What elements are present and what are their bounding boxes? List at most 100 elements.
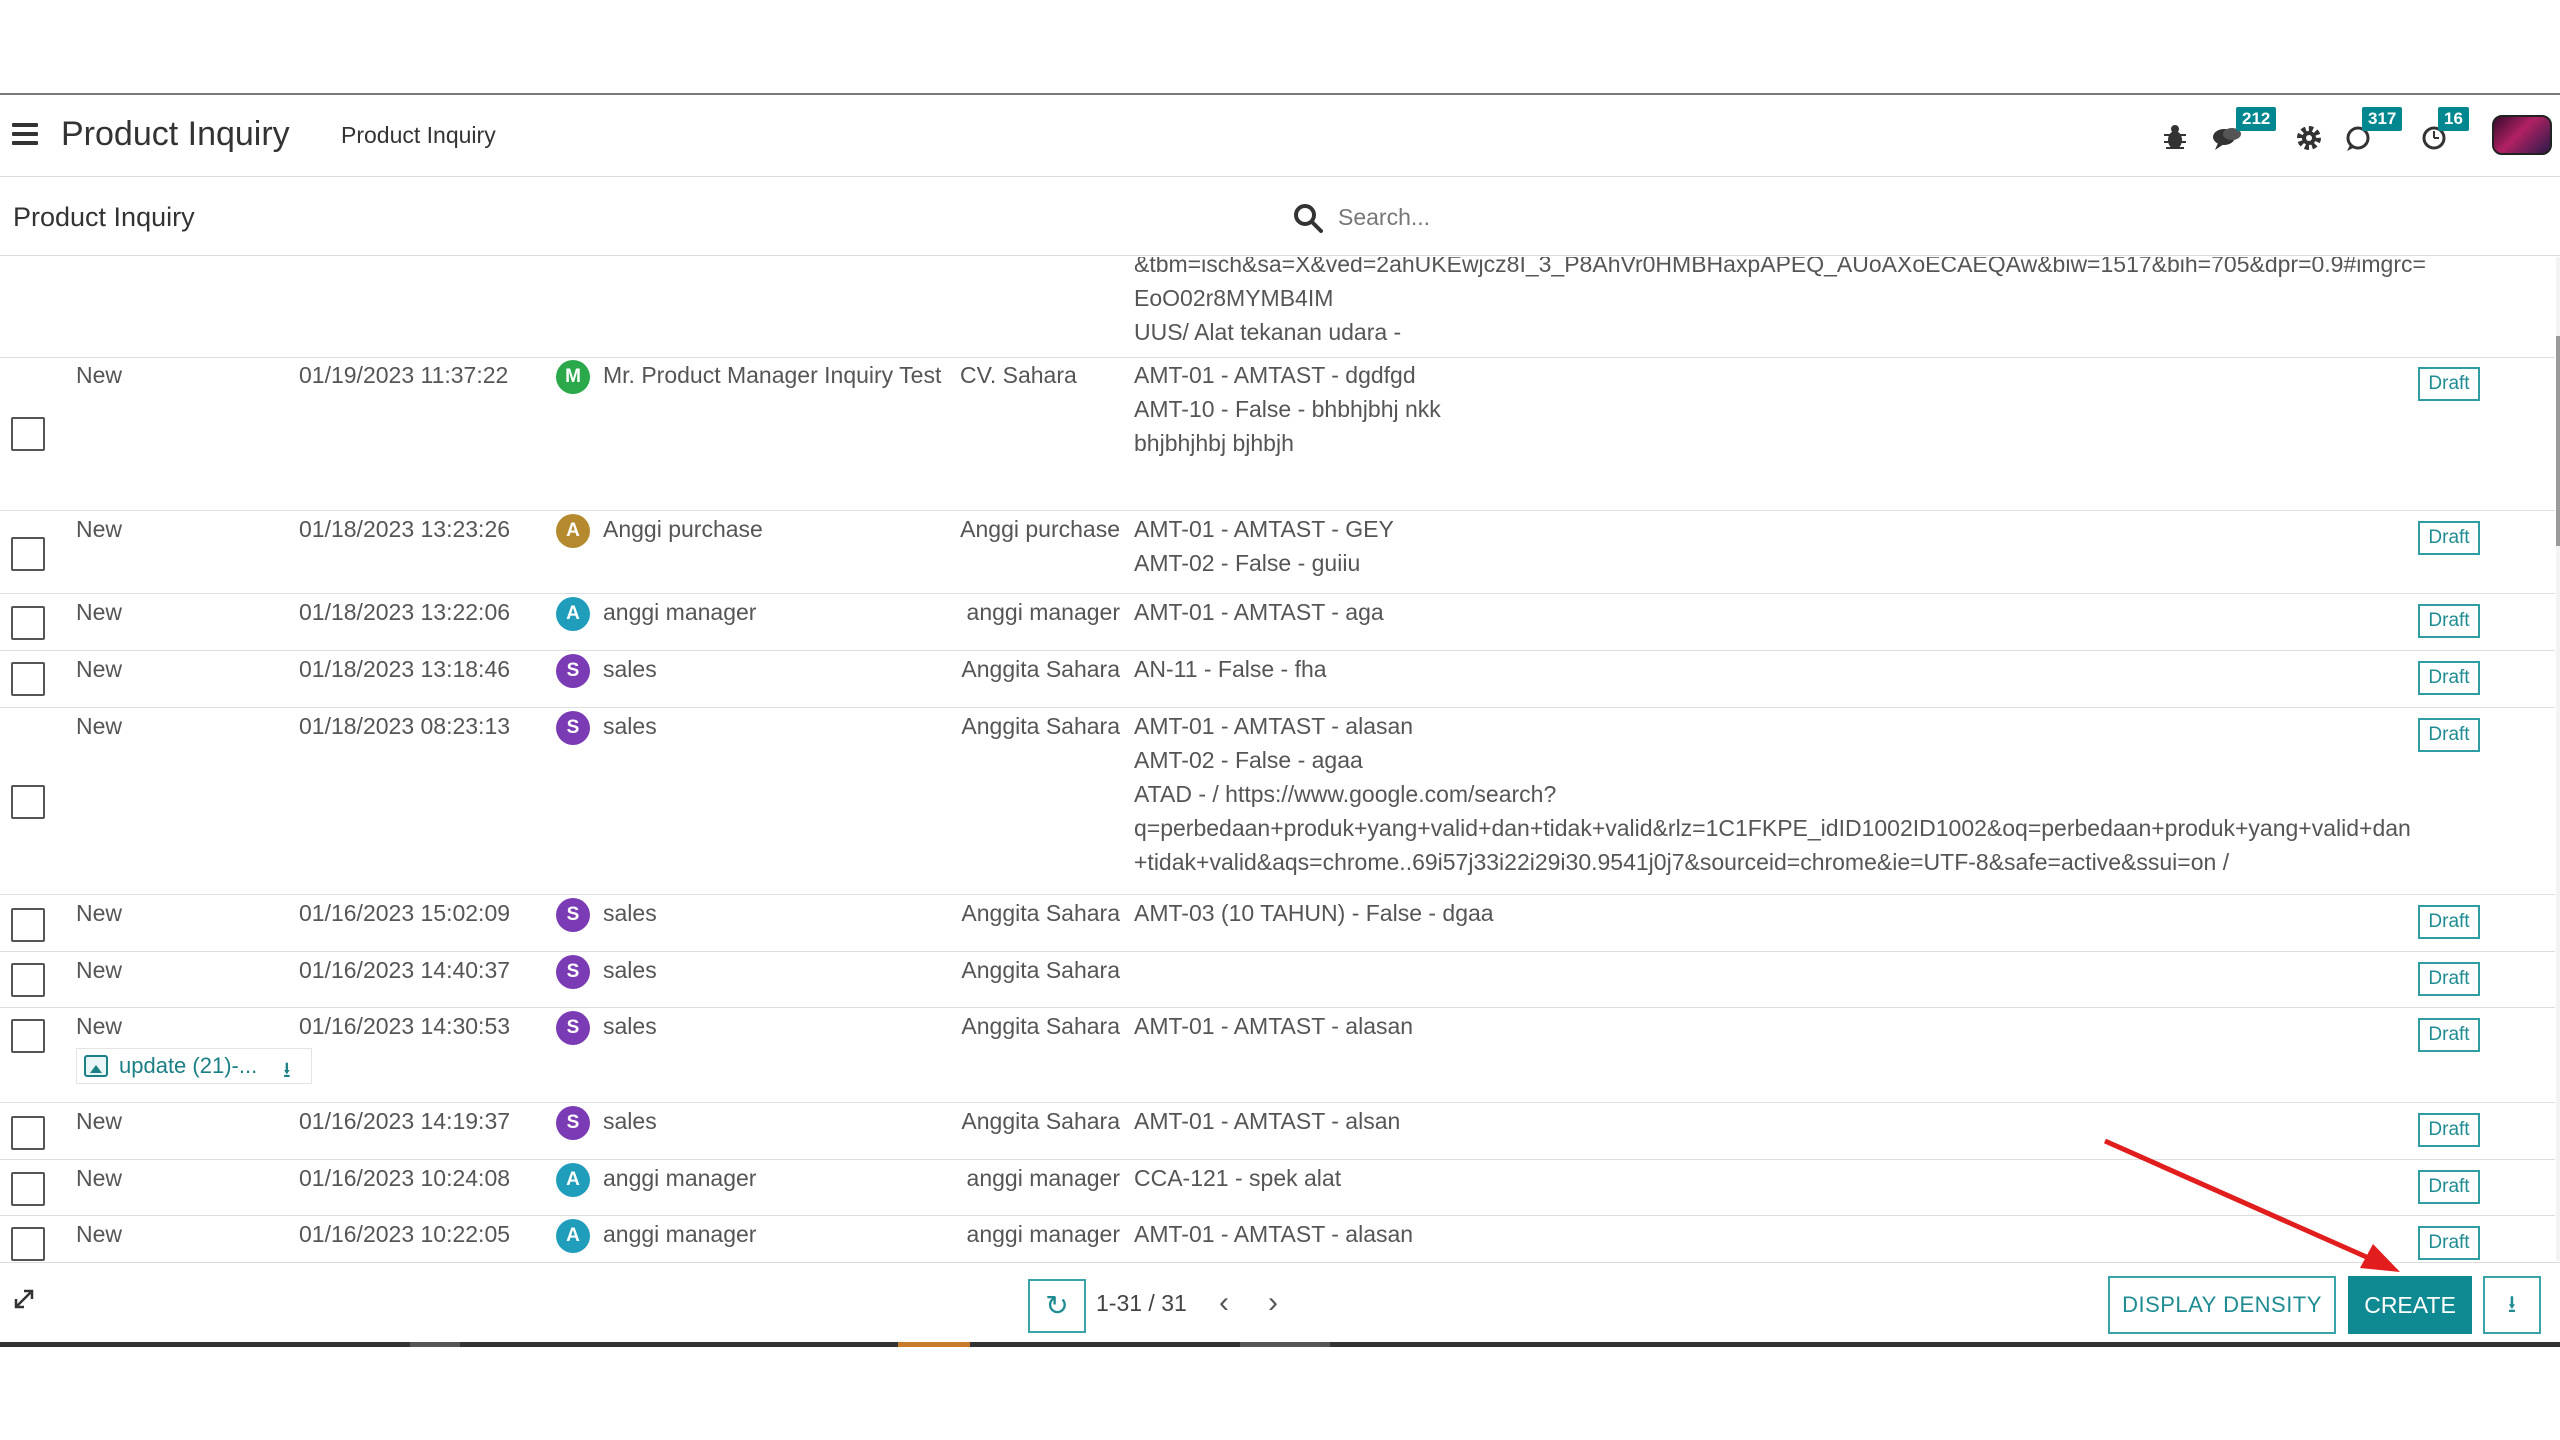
row-user: sales: [603, 1108, 657, 1134]
search-input[interactable]: [1338, 200, 1938, 234]
detail-line: ATAD - / https://www.google.com/search?: [1134, 781, 1557, 807]
row-select-checkbox[interactable]: [11, 908, 45, 942]
edge-segment: [898, 1342, 970, 1347]
edge-segment: [1240, 1342, 1330, 1347]
row-details: AMT-01 - AMTAST - alasan AMT-02 - False …: [1134, 709, 2414, 879]
row-select-checkbox[interactable]: [11, 1116, 45, 1150]
expand-icon[interactable]: [12, 1287, 36, 1311]
table-row[interactable]: New 01/16/2023 10:24:08 A anggi manager …: [0, 1161, 2555, 1216]
clock-count-badge: 16: [2438, 107, 2469, 131]
row-select-checkbox[interactable]: [11, 537, 45, 571]
row-details: AN-11 - False - fha: [1134, 652, 2414, 686]
row-date: 01/18/2023 08:23:13: [299, 713, 511, 739]
row-select-checkbox[interactable]: [11, 1227, 45, 1261]
row-select-checkbox[interactable]: [11, 1019, 45, 1053]
debug-bug-icon[interactable]: [2158, 117, 2192, 157]
row-date: 01/18/2023 13:18:46: [299, 656, 511, 682]
pager-previous-button[interactable]: ‹: [1209, 1283, 1239, 1323]
pager-next-button[interactable]: ›: [1258, 1283, 1288, 1323]
detail-line: EoO02r8MYMB4IM: [1134, 285, 1334, 311]
table-row[interactable]: New 01/16/2023 14:19:37 S sales Anggita …: [0, 1104, 2555, 1160]
row-status: New: [76, 1013, 123, 1039]
row-date: 01/19/2023 11:37:22: [299, 362, 509, 388]
refresh-button[interactable]: ↻: [1028, 1279, 1086, 1333]
row-company: Anggita Sahara: [961, 1013, 1120, 1039]
row-company: CV. Sahara: [960, 362, 1077, 388]
messages-systray[interactable]: 212: [2210, 107, 2280, 157]
activities-systray[interactable]: 317: [2344, 107, 2404, 157]
status-badge: Draft: [2418, 718, 2480, 752]
table-row[interactable]: New 01/16/2023 14:40:37 S sales Anggita …: [0, 953, 2555, 1008]
table-row-partial[interactable]: &tbm=isch&sa=X&ved=2ahUKEwjcz8I_3_P8AhVr…: [0, 257, 2555, 358]
attachment-chip[interactable]: update (21)-... ⭳: [76, 1048, 312, 1084]
row-date: 01/16/2023 10:22:05: [299, 1221, 511, 1247]
detail-line: AMT-01 - AMTAST - alsan: [1134, 1108, 1401, 1134]
row-details: &tbm=isch&sa=X&ved=2ahUKEwjcz8I_3_P8AhVr…: [1134, 257, 2426, 349]
user-avatar-letter: A: [556, 514, 590, 548]
row-status: New: [76, 362, 123, 388]
user-avatar-letter: A: [556, 1219, 590, 1253]
detail-line: AMT-02 - False - guiiu: [1134, 550, 1361, 576]
row-details: AMT-01 - AMTAST - GEY AMT-02 - False - g…: [1134, 512, 2414, 580]
download-icon[interactable]: ⭳: [283, 1053, 291, 1091]
create-button[interactable]: CREATE: [2348, 1276, 2472, 1334]
row-company: Anggita Sahara: [961, 957, 1120, 983]
edge-segment: [410, 1342, 460, 1347]
row-company: Anggi purchase: [960, 516, 1120, 542]
clock-systray[interactable]: 16: [2420, 107, 2480, 157]
row-user: anggi manager: [603, 599, 757, 625]
table-row[interactable]: New 01/16/2023 15:02:09 S sales Anggita …: [0, 896, 2555, 952]
table-row[interactable]: New 01/16/2023 14:30:53 S sales Anggita …: [0, 1009, 2555, 1103]
table-row[interactable]: New 01/18/2023 13:23:26 A Anggi purchase…: [0, 512, 2555, 594]
table-row[interactable]: New 01/18/2023 13:22:06 A anggi manager …: [0, 595, 2555, 651]
hamburger-menu-icon[interactable]: [12, 123, 38, 147]
row-user: anggi manager: [603, 1221, 757, 1247]
row-select-checkbox[interactable]: [11, 1172, 45, 1206]
detail-line: UUS/ Alat tekanan udara -: [1134, 319, 1402, 345]
detail-line: AMT-01 - AMTAST - alasan: [1134, 713, 1414, 739]
settings-gear-icon[interactable]: [2292, 117, 2326, 157]
top-navbar: Product Inquiry Product Inquiry 212 317: [0, 93, 2560, 177]
export-download-button[interactable]: ⭳: [2483, 1276, 2541, 1334]
row-details: CCA-121 - spek alat: [1134, 1161, 2414, 1195]
user-avatar[interactable]: [2492, 115, 2552, 155]
row-date: 01/18/2023 13:22:06: [299, 599, 511, 625]
row-user: sales: [603, 656, 657, 682]
user-avatar-letter: S: [556, 711, 590, 745]
row-select-checkbox[interactable]: [11, 662, 45, 696]
app-title[interactable]: Product Inquiry: [61, 115, 290, 154]
table-row[interactable]: New 01/19/2023 11:37:22 M Mr. Product Ma…: [0, 358, 2555, 511]
row-company: Anggita Sahara: [961, 1108, 1120, 1134]
row-user: sales: [603, 1013, 657, 1039]
row-select-checkbox[interactable]: [11, 785, 45, 819]
status-badge: Draft: [2418, 521, 2480, 555]
row-details: AMT-01 - AMTAST - dgdfgd AMT-10 - False …: [1134, 358, 2414, 460]
detail-line: AMT-10 - False - bhbhjbhj nkk: [1134, 396, 1441, 422]
row-company: anggi manager: [966, 1165, 1120, 1191]
row-select-checkbox[interactable]: [11, 963, 45, 997]
table-row[interactable]: New 01/18/2023 08:23:13 S sales Anggita …: [0, 709, 2555, 895]
row-user: Anggi purchase: [603, 516, 763, 542]
row-status: New: [76, 713, 123, 739]
detail-line: AMT-01 - AMTAST - aga: [1134, 599, 1384, 625]
display-density-button[interactable]: DISPLAY DENSITY: [2108, 1276, 2336, 1334]
row-details: AMT-01 - AMTAST - aga: [1134, 595, 2414, 629]
page-breadcrumb-title: Product Inquiry: [13, 202, 195, 232]
table-row[interactable]: New 01/16/2023 10:22:05 A anggi manager …: [0, 1217, 2555, 1261]
top-menu-item-product-inquiry[interactable]: Product Inquiry: [341, 122, 496, 149]
row-user: Mr. Product Manager Inquiry Test: [603, 362, 942, 388]
pager-value[interactable]: 1-31 / 31: [1096, 1290, 1187, 1317]
detail-line: AMT-01 - AMTAST - alasan: [1134, 1013, 1414, 1039]
row-status: New: [76, 957, 123, 983]
row-status: New: [76, 516, 123, 542]
row-details: AMT-01 - AMTAST - alsan: [1134, 1104, 2414, 1138]
table-row[interactable]: New 01/18/2023 13:18:46 S sales Anggita …: [0, 652, 2555, 708]
status-badge: Draft: [2418, 604, 2480, 638]
row-select-checkbox[interactable]: [11, 606, 45, 640]
row-select-checkbox[interactable]: [11, 417, 45, 451]
detail-line: CCA-121 - spek alat: [1134, 1165, 1342, 1191]
row-status: New: [76, 1221, 123, 1247]
detail-line: q=perbedaan+produk+yang+valid+dan+tidak+…: [1134, 815, 2411, 841]
attachment-name[interactable]: update (21)-...: [119, 1051, 257, 1081]
list-scrollbar-thumb[interactable]: [2556, 336, 2560, 546]
